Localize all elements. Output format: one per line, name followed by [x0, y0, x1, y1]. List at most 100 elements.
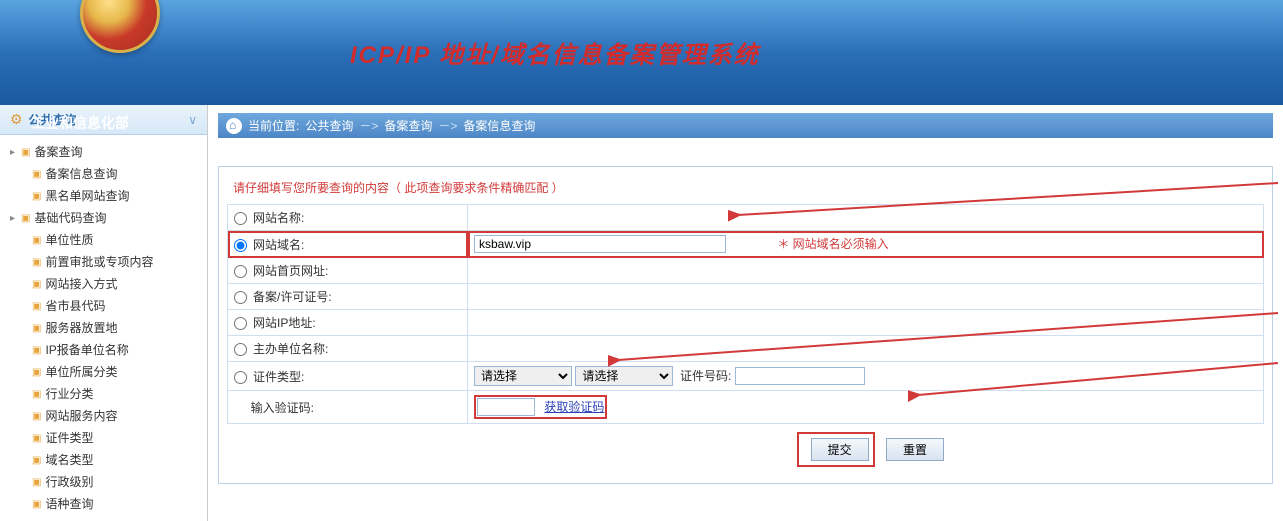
national-emblem-icon: [80, 0, 160, 53]
sidebar-item[interactable]: IP报备单位名称: [4, 339, 203, 361]
home-icon[interactable]: [226, 118, 242, 134]
org-name: 工业和信息化部: [20, 113, 140, 133]
doc-icon: [32, 449, 41, 471]
sidebar-item[interactable]: 黑名单网站查询: [4, 185, 203, 207]
breadcrumb-lvl3[interactable]: 备案信息查询: [463, 117, 535, 134]
label-cert: 证件类型:: [253, 370, 304, 384]
domain-required-hint: ＊ 网站域名必须输入: [777, 237, 888, 251]
breadcrumb-lvl2[interactable]: 备案查询: [384, 117, 432, 134]
doc-icon: [21, 207, 30, 229]
row-cert: 证件类型: 请选择 请选择 证件号码:: [228, 362, 1264, 391]
sidebar-link[interactable]: 语种查询: [45, 494, 93, 514]
page-header: 工业和信息化部 ICP/IP 地址/域名信息备案管理系统: [0, 0, 1283, 105]
breadcrumb-lvl1[interactable]: 公共查询: [305, 117, 353, 134]
breadcrumb-label: 当前位置:: [248, 117, 299, 134]
sidebar-item[interactable]: 语种查询: [4, 493, 203, 515]
row-sponsor: 主办单位名称:: [228, 336, 1264, 362]
folder-icon: [10, 141, 17, 163]
form-hint: 请仔细填写您所要查询的内容（ 此项查询要求条件精确匹配 ）: [227, 175, 1264, 204]
doc-icon: [32, 251, 41, 273]
sidebar-item[interactable]: 网站接入方式: [4, 273, 203, 295]
main-content: 当前位置: 公共查询 －> 备案查询 －> 备案信息查询 请仔细填写您所要查询的…: [208, 105, 1283, 521]
radio-license[interactable]: [234, 291, 247, 304]
row-homepage: 网站首页网址:: [228, 258, 1264, 284]
sidebar-link[interactable]: 网站服务内容: [45, 406, 117, 426]
sidebar-link[interactable]: 单位性质: [45, 230, 93, 250]
radio-sponsor[interactable]: [234, 343, 247, 356]
doc-icon: [32, 471, 41, 493]
row-captcha: 输入验证码: 获取验证码: [228, 391, 1264, 424]
doc-icon: [21, 141, 30, 163]
breadcrumb-sep: －>: [438, 117, 457, 134]
sidebar-link[interactable]: 备案查询: [34, 142, 82, 162]
sidebar-item[interactable]: 证件类型: [4, 427, 203, 449]
sidebar-link[interactable]: 备案信息查询: [45, 164, 117, 184]
radio-homepage[interactable]: [234, 265, 247, 278]
row-license: 备案/许可证号:: [228, 284, 1264, 310]
sidebar-tree: 备案查询 备案信息查询 黑名单网站查询 基础代码查询 单位性质 前置审批或专项内…: [0, 135, 207, 521]
sidebar-link[interactable]: 单位所属分类: [45, 362, 117, 382]
cert-type-select-1[interactable]: 请选择: [474, 366, 572, 386]
sidebar-link[interactable]: 网站接入方式: [45, 274, 117, 294]
sidebar-link[interactable]: 域名类型: [45, 450, 93, 470]
doc-icon: [32, 317, 41, 339]
sidebar-item[interactable]: 网站服务内容: [4, 405, 203, 427]
sidebar-link[interactable]: 省市县代码: [45, 296, 105, 316]
doc-icon: [32, 405, 41, 427]
cert-no-input[interactable]: [735, 367, 865, 385]
radio-ip[interactable]: [234, 317, 247, 330]
sidebar-link[interactable]: 证件类型: [45, 428, 93, 448]
doc-icon: [32, 295, 41, 317]
breadcrumb: 当前位置: 公共查询 －> 备案查询 －> 备案信息查询: [218, 113, 1273, 138]
sidebar-item[interactable]: 单位所属分类: [4, 361, 203, 383]
label-license: 备案/许可证号:: [253, 290, 332, 304]
folder-icon: [10, 207, 17, 229]
system-title: ICP/IP 地址/域名信息备案管理系统: [350, 42, 760, 69]
sidebar-item[interactable]: 行政级别: [4, 471, 203, 493]
sidebar-link[interactable]: 行业分类: [45, 384, 93, 404]
sidebar-item[interactable]: 省市县代码: [4, 295, 203, 317]
sidebar-item[interactable]: 服务器放置地: [4, 317, 203, 339]
row-site-name: 网站名称:: [228, 205, 1264, 231]
reset-button[interactable]: 重置: [886, 438, 944, 461]
doc-icon: [32, 229, 41, 251]
sidebar-link[interactable]: 基础代码查询: [34, 208, 106, 228]
sidebar: 公共查询 备案查询 备案信息查询 黑名单网站查询 基础代码查询 单位性质 前置审…: [0, 105, 208, 521]
doc-icon: [32, 339, 41, 361]
domain-input[interactable]: [474, 235, 726, 253]
doc-icon: [32, 185, 41, 207]
doc-icon: [32, 427, 41, 449]
cert-no-label: 证件号码:: [680, 369, 731, 383]
row-ip: 网站IP地址:: [228, 310, 1264, 336]
label-sponsor: 主办单位名称:: [253, 342, 328, 356]
label-homepage: 网站首页网址:: [253, 264, 328, 278]
breadcrumb-sep: －>: [359, 117, 378, 134]
get-captcha-link[interactable]: 获取验证码: [544, 400, 604, 414]
sidebar-link[interactable]: 服务器放置地: [45, 318, 117, 338]
label-site-name: 网站名称:: [253, 211, 304, 225]
sidebar-item[interactable]: 域名类型: [4, 449, 203, 471]
sidebar-link[interactable]: 行政级别: [45, 472, 93, 492]
sidebar-link[interactable]: 前置审批或专项内容: [45, 252, 153, 272]
label-domain: 网站域名:: [253, 238, 304, 252]
sidebar-link[interactable]: IP报备单位名称: [45, 340, 128, 360]
radio-site-name[interactable]: [234, 212, 247, 225]
sidebar-item[interactable]: 行业分类: [4, 383, 203, 405]
sidebar-group-code[interactable]: 基础代码查询: [4, 207, 203, 229]
label-captcha: 输入验证码:: [251, 401, 314, 415]
sidebar-item[interactable]: 单位性质: [4, 229, 203, 251]
radio-cert[interactable]: [234, 371, 247, 384]
submit-button[interactable]: 提交: [811, 438, 869, 461]
sidebar-group-beian[interactable]: 备案查询: [4, 141, 203, 163]
query-form: 请仔细填写您所要查询的内容（ 此项查询要求条件精确匹配 ） 网站名称: 网站域名…: [218, 166, 1273, 484]
button-row: 提交 重置: [227, 424, 1264, 471]
sidebar-link[interactable]: 黑名单网站查询: [45, 186, 129, 206]
captcha-input[interactable]: [477, 398, 535, 416]
row-domain: 网站域名: ＊ 网站域名必须输入: [228, 231, 1264, 258]
radio-domain[interactable]: [234, 239, 247, 252]
cert-type-select-2[interactable]: 请选择: [575, 366, 673, 386]
sidebar-item[interactable]: 前置审批或专项内容: [4, 251, 203, 273]
doc-icon: [32, 273, 41, 295]
sidebar-item[interactable]: 备案信息查询: [4, 163, 203, 185]
doc-icon: [32, 163, 41, 185]
